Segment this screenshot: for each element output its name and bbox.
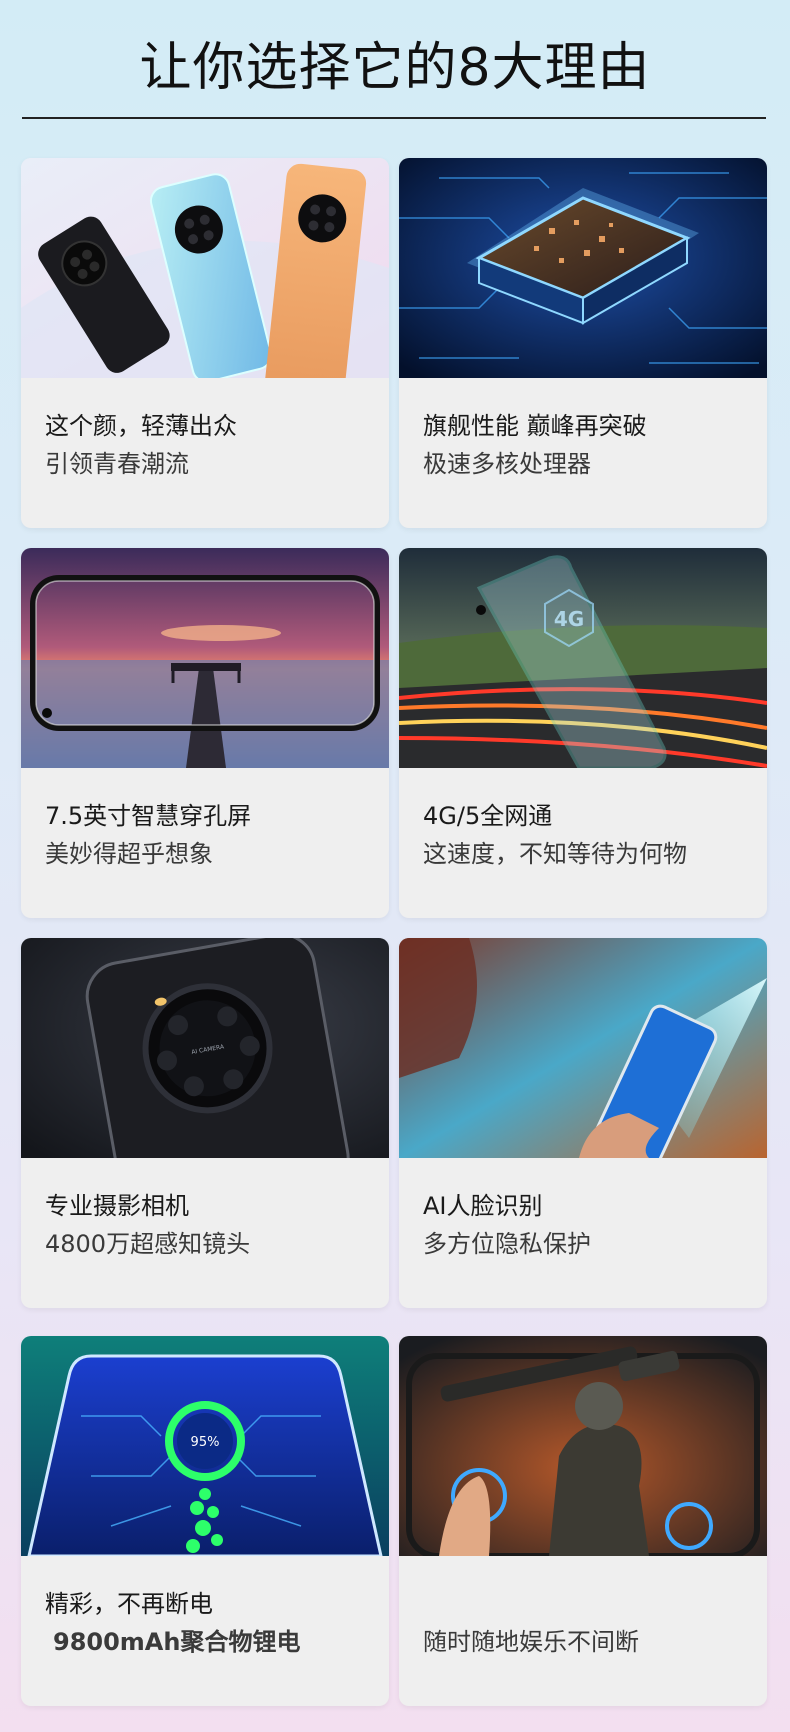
card-subtitle: 4800万超感知镜头: [45, 1230, 251, 1258]
battery-percent: 95%: [191, 1435, 220, 1450]
punch-hole-screen-image: [21, 548, 389, 768]
card-title: 这个颜，轻薄出众: [45, 412, 237, 440]
camera-module-image: AI CAMERA: [21, 938, 389, 1158]
feature-card-network: 4G 4G/5全网通 这速度，不知等待为何物: [399, 548, 767, 918]
card-title: AI人脸识别: [423, 1192, 543, 1220]
page-title: 让你选择它的8大理由: [139, 38, 651, 98]
card-subtitle: 极速多核处理器: [423, 450, 591, 478]
feature-card-performance: 旗舰性能 巅峰再突破 极速多核处理器: [399, 158, 767, 528]
face-recognition-image: [399, 938, 767, 1158]
feature-card-face-id: AI人脸识别 多方位隐私保护: [399, 938, 767, 1308]
feature-card-screen: 7.5英寸智慧穿孔屏 美妙得超乎想象: [21, 548, 389, 918]
card-subtitle: 引领青春潮流: [45, 450, 189, 478]
card-title: 7.5英寸智慧穿孔屏: [45, 802, 252, 830]
title-divider: [22, 117, 766, 119]
card-subtitle: 这速度，不知等待为何物: [423, 840, 687, 868]
feature-card-camera: AI CAMERA 专业摄影相机 4800万超感知镜头: [21, 938, 389, 1308]
card-title: 4G/5全网通: [423, 802, 553, 830]
feature-card-design: 这个颜，轻薄出众 引领青春潮流: [21, 158, 389, 528]
feature-card-gaming: 随时随地娱乐不间断: [399, 1336, 767, 1706]
card-title: 旗舰性能 巅峰再突破: [423, 412, 647, 440]
card-subtitle: 9800mAh聚合物锂电: [53, 1628, 301, 1656]
feature-card-battery: 95% 精彩，不再断电 9800mAh聚合物锂电: [21, 1336, 389, 1706]
card-subtitle: 美妙得超乎想象: [45, 840, 213, 868]
card-subtitle: 多方位隐私保护: [423, 1230, 591, 1258]
card-title: 专业摄影相机: [45, 1192, 189, 1220]
battery-charging-image: 95%: [21, 1336, 389, 1556]
card-title: 精彩，不再断电: [45, 1590, 213, 1618]
card-subtitle: 随时随地娱乐不间断: [423, 1628, 639, 1656]
4g-badge: 4G: [554, 607, 584, 631]
mobile-gaming-image: [399, 1336, 767, 1556]
network-speed-image: 4G: [399, 548, 767, 768]
processor-chip-image: [399, 158, 767, 378]
phones-color-image: [21, 158, 389, 378]
